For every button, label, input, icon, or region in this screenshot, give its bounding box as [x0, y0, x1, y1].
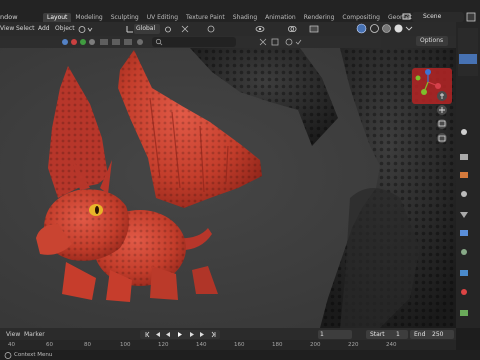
current-frame-field[interactable]: 1 — [318, 330, 352, 339]
properties-tab-icons[interactable] — [456, 22, 480, 328]
visibility-icon[interactable] — [255, 24, 265, 34]
pivot-point-icon[interactable] — [164, 25, 174, 34]
tab-uv-editing[interactable]: UV Editing — [143, 13, 182, 22]
ruler-tick: 120 — [158, 342, 169, 348]
start-label: Start — [370, 331, 385, 338]
viewport-nav-buttons — [435, 90, 449, 150]
view-layer-icon[interactable] — [466, 12, 476, 22]
view-menu[interactable]: View — [0, 25, 14, 32]
ruler-tick: 240 — [386, 342, 397, 348]
current-frame-value: 1 — [320, 331, 324, 338]
viewport-scene[interactable] — [0, 48, 456, 328]
shading-material-icon[interactable] — [381, 23, 392, 34]
context-menu-hint: Context Menu — [14, 352, 53, 358]
end-frame-field[interactable]: End 250 — [410, 330, 454, 339]
tab-shading[interactable]: Shading — [229, 13, 261, 22]
properties-tab-strip — [456, 22, 480, 328]
nav-icons[interactable] — [435, 90, 449, 150]
timeline-ruler[interactable]: 40 60 80 100 120 140 160 180 200 220 240 — [0, 340, 456, 350]
scene-icon — [402, 13, 411, 20]
start-frame-field[interactable]: Start 1 — [366, 330, 408, 339]
end-value: 250 — [432, 331, 444, 338]
transform-orientation-value: Global — [136, 25, 156, 32]
tab-modeling[interactable]: Modeling — [71, 13, 106, 22]
xray-icon[interactable] — [309, 24, 321, 34]
ruler-tick: 160 — [234, 342, 245, 348]
window-menu[interactable]: ndow — [0, 13, 18, 21]
timeline-view-menu[interactable]: View — [6, 331, 20, 338]
shading-options-chevron-icon[interactable] — [405, 25, 413, 33]
options-button[interactable]: Options — [416, 36, 448, 46]
ruler-tick: 200 — [310, 342, 321, 348]
proportional-editing-icon[interactable] — [206, 24, 216, 34]
start-value: 1 — [396, 331, 400, 338]
ruler-tick: 60 — [46, 342, 53, 348]
ruler-tick: 40 — [8, 342, 15, 348]
mode-dropdown-icon[interactable] — [78, 25, 94, 34]
3d-viewport[interactable] — [0, 48, 456, 328]
end-label: End — [414, 331, 426, 338]
top-menubar: ndow Layout Modeling Sculpting UV Editin… — [0, 0, 480, 22]
workspace-tabs: Layout Modeling Sculpting UV Editing Tex… — [43, 13, 439, 22]
viewport-search-field[interactable] — [152, 37, 236, 47]
tool-settings-header — [0, 36, 456, 48]
add-menu[interactable]: Add — [38, 25, 50, 32]
tab-compositing[interactable]: Compositing — [338, 13, 384, 22]
selection-mode-icons[interactable] — [60, 37, 152, 47]
snap-icon[interactable] — [180, 24, 190, 34]
search-icon — [155, 38, 163, 46]
tab-texture-paint[interactable]: Texture Paint — [182, 13, 229, 22]
ruler-tick: 100 — [120, 342, 131, 348]
shading-wireframe-icon[interactable] — [369, 23, 380, 34]
object-menu[interactable]: Object — [55, 25, 75, 32]
tab-rendering[interactable]: Rendering — [300, 13, 339, 22]
select-menu[interactable]: Select — [16, 25, 35, 32]
ruler-tick: 80 — [84, 342, 91, 348]
tab-animation[interactable]: Animation — [261, 13, 300, 22]
transform-orientation-icon — [126, 26, 133, 33]
playback-controls[interactable] — [140, 330, 220, 339]
mouse-icon — [4, 352, 12, 359]
scene-selector[interactable]: Scene — [412, 12, 464, 22]
ruler-tick: 140 — [196, 342, 207, 348]
shading-solid-icon[interactable] — [356, 23, 367, 34]
timeline-marker-menu[interactable]: Marker — [24, 331, 45, 338]
timeline-header: View Marker 1 Start 1 End 250 — [0, 328, 456, 340]
viewport-filter-icons[interactable] — [258, 37, 302, 47]
tab-sculpting[interactable]: Sculpting — [107, 13, 143, 22]
ruler-tick: 220 — [348, 342, 359, 348]
transform-orientation-dropdown[interactable]: Global — [134, 24, 160, 34]
shading-rendered-icon[interactable] — [393, 23, 404, 34]
overlays-icon[interactable] — [287, 24, 297, 34]
options-label: Options — [420, 37, 444, 44]
status-bar: Context Menu — [0, 350, 480, 360]
viewport-header: View Select Add Object Global — [0, 22, 456, 36]
tab-layout[interactable]: Layout — [43, 13, 72, 22]
scene-name: Scene — [423, 13, 442, 20]
ruler-tick: 180 — [272, 342, 283, 348]
